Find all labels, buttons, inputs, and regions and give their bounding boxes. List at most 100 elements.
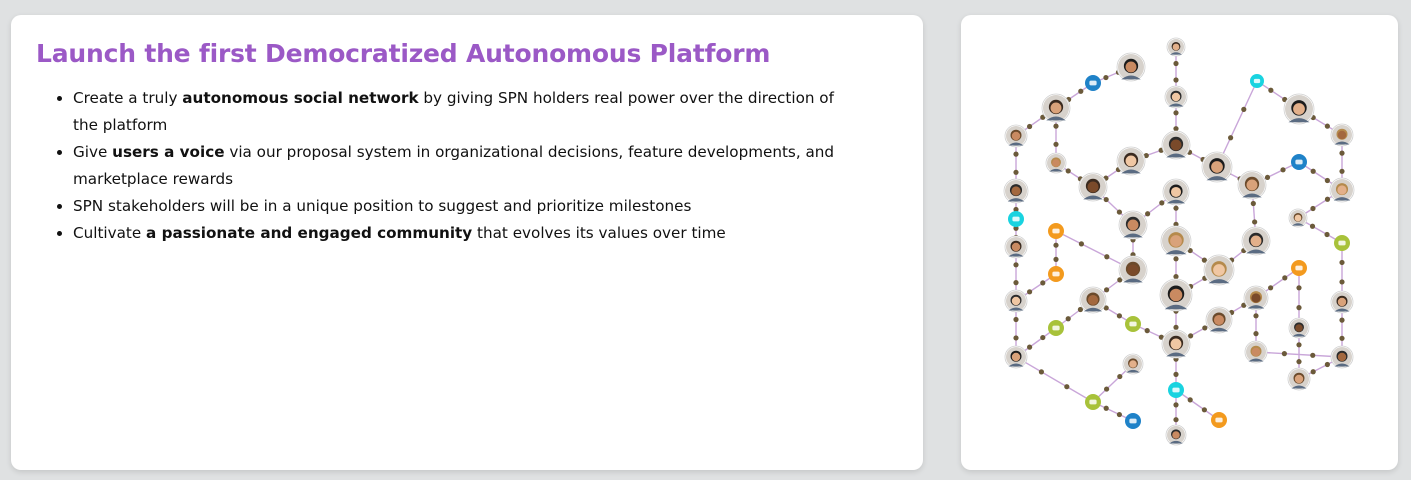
network-connector-dot xyxy=(1104,386,1110,392)
chat-icon xyxy=(1129,321,1137,327)
network-connector-dot xyxy=(1038,369,1045,375)
avatar-face xyxy=(1127,219,1139,231)
network-connector-dot xyxy=(1173,110,1179,116)
avatar-face xyxy=(1169,288,1183,302)
avatar-face xyxy=(1337,352,1347,362)
chat-icon xyxy=(1089,80,1097,86)
network-connector-dot xyxy=(1228,135,1234,141)
bullet-text: Create a truly xyxy=(73,89,183,107)
network-connector-dot xyxy=(1201,407,1207,413)
network-connector-dot xyxy=(1280,167,1286,173)
network-connector-dot xyxy=(1103,74,1109,81)
network-connector-dot xyxy=(1202,325,1208,331)
chat-icon xyxy=(1253,78,1261,84)
network-connector-dot xyxy=(1173,60,1179,67)
network-connector-dot xyxy=(1040,280,1046,286)
network-connector-dot xyxy=(1116,313,1122,319)
network-connector-dot xyxy=(1324,196,1331,202)
network-connector-dot xyxy=(1173,417,1179,423)
avatar-face xyxy=(1011,352,1021,362)
network-connector-dot xyxy=(1281,351,1287,357)
network-connector-dot xyxy=(1268,285,1274,291)
network-connector-dot xyxy=(1324,361,1330,368)
network-connector-dot xyxy=(1173,371,1179,377)
network-connector-dot xyxy=(1145,211,1151,217)
network-connector-dot xyxy=(1027,344,1033,350)
network-connector-dot xyxy=(1324,231,1330,238)
avatar-face xyxy=(1170,139,1182,151)
avatar-face xyxy=(1011,186,1021,196)
bullet-text: Cultivate xyxy=(73,224,147,242)
chat-icon xyxy=(1338,240,1346,246)
chat-icon xyxy=(1172,387,1180,393)
network-connector-dot xyxy=(1013,169,1019,175)
network-link xyxy=(1015,356,1094,403)
avatar-face xyxy=(1251,293,1261,303)
avatar-face xyxy=(1211,161,1223,173)
chat-icon xyxy=(1052,325,1060,331)
network-connector-dot xyxy=(1173,324,1179,330)
avatar-face xyxy=(1011,296,1021,306)
network-connector-dot xyxy=(1250,200,1256,207)
network-connector-dot xyxy=(1053,242,1059,248)
bullet-text: SPN stakeholders will be in a unique pos… xyxy=(73,197,692,215)
network-connector-dot xyxy=(1065,316,1071,322)
avatar-face xyxy=(1172,43,1180,51)
network-connector-dot xyxy=(1296,305,1302,311)
image-card xyxy=(961,15,1398,470)
network-connector-dot xyxy=(1027,123,1033,130)
avatar-face xyxy=(1213,314,1225,326)
network-connector-dot xyxy=(1013,280,1019,286)
network-connector-dot xyxy=(1065,168,1071,174)
network-connector-dot xyxy=(1013,316,1019,323)
avatar-face xyxy=(1170,338,1182,350)
avatar-face xyxy=(1087,181,1099,193)
network-connector-dot xyxy=(1253,331,1259,337)
network-connector-dot xyxy=(1309,223,1316,229)
avatar-face xyxy=(1171,92,1181,102)
bullet-emphasis: autonomous social network xyxy=(182,89,419,107)
network-connector-dot xyxy=(1339,317,1345,323)
network-connector-dot xyxy=(1339,335,1345,341)
network-connector-dot xyxy=(1103,196,1109,203)
avatar-face xyxy=(1170,235,1182,247)
network-connector-dot xyxy=(1053,256,1059,262)
avatar-face xyxy=(1250,235,1262,247)
community-network-illustration xyxy=(1003,37,1355,446)
avatar-face xyxy=(1050,102,1062,114)
avatar-face xyxy=(1295,324,1303,332)
network-connector-dot xyxy=(1310,205,1316,212)
network-connector-dot xyxy=(1144,328,1150,334)
text-card: Launch the first Democratized Autonomous… xyxy=(11,15,923,470)
list-item: Cultivate a passionate and engaged commu… xyxy=(73,220,853,247)
network-connector-dot xyxy=(1053,123,1059,129)
network-connector-dot xyxy=(1252,219,1258,225)
network-connector-dot xyxy=(1159,200,1165,206)
network-connector-dot xyxy=(1310,352,1316,358)
bullet-text: Give xyxy=(73,143,113,161)
chat-icon xyxy=(1052,271,1060,277)
network-connector-dot xyxy=(1078,88,1084,94)
avatar-face xyxy=(1251,347,1261,357)
network-connector-dot xyxy=(1013,335,1019,341)
network-connector-dot xyxy=(1282,275,1288,281)
network-connector-dot xyxy=(1103,405,1109,411)
network-connector-dot xyxy=(1310,369,1316,375)
network-connector-dot xyxy=(1027,289,1033,295)
avatar-face xyxy=(1293,103,1305,115)
network-connector-dot xyxy=(1116,209,1122,215)
bullet-emphasis: users a voice xyxy=(112,143,225,161)
network-connector-dot xyxy=(1173,274,1179,280)
network-connector-dot xyxy=(1173,402,1179,408)
avatar-face xyxy=(1213,264,1225,276)
network-connector-dot xyxy=(1339,259,1345,266)
network-connector-dot xyxy=(1268,87,1274,93)
network-connector-dot xyxy=(1173,77,1179,83)
avatar-face xyxy=(1129,360,1137,368)
network-connector-dot xyxy=(1187,397,1193,403)
network-connector-dot xyxy=(1078,241,1085,247)
network-connector-dot xyxy=(1116,411,1122,418)
avatar-face xyxy=(1052,159,1060,167)
chat-icon xyxy=(1215,417,1223,423)
network-connector-dot xyxy=(1339,168,1345,174)
